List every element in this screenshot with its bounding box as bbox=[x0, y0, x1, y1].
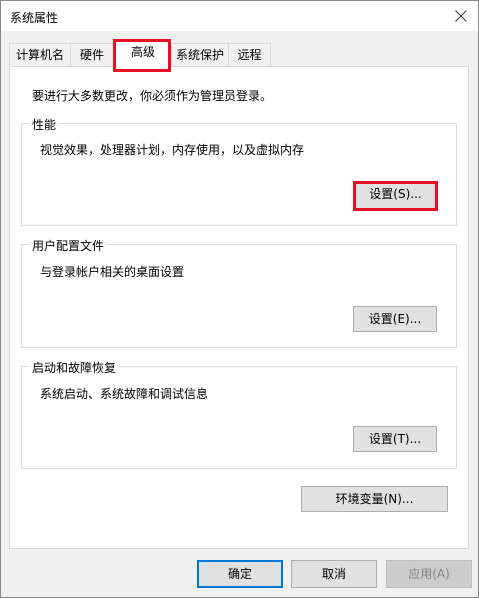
tab-hardware[interactable]: 硬件 bbox=[70, 43, 114, 66]
startup-recovery-group-title: 启动和故障恢复 bbox=[30, 359, 119, 376]
user-profiles-description: 与登录帐户相关的桌面设置 bbox=[40, 265, 185, 279]
startup-recovery-group: 启动和故障恢复 系统启动、系统故障和调试信息 设置(T)... bbox=[21, 359, 457, 469]
title-bar: 系统属性 bbox=[1, 1, 478, 31]
apply-button[interactable]: 应用(A) bbox=[386, 560, 472, 588]
environment-variables-button[interactable]: 环境变量(N)... bbox=[301, 486, 448, 512]
tab-advanced[interactable]: 高级 bbox=[115, 39, 171, 67]
user-profiles-group-title: 用户配置文件 bbox=[30, 237, 107, 254]
performance-description: 视觉效果，处理器计划，内存使用，以及虚拟内存 bbox=[40, 143, 305, 157]
close-button[interactable] bbox=[444, 1, 478, 31]
ok-button[interactable]: 确定 bbox=[197, 560, 283, 588]
user-profiles-settings-button[interactable]: 设置(E)... bbox=[353, 306, 437, 332]
tab-remote[interactable]: 远程 bbox=[228, 43, 271, 66]
window-title: 系统属性 bbox=[10, 11, 59, 25]
cancel-button[interactable]: 取消 bbox=[291, 560, 377, 588]
advanced-tab-panel: 要进行大多数更改，你必须作为管理员登录。 性能 视觉效果，处理器计划，内存使用，… bbox=[9, 66, 469, 549]
performance-settings-button[interactable]: 设置(S)... bbox=[353, 181, 438, 211]
user-profiles-group: 用户配置文件 与登录帐户相关的桌面设置 设置(E)... bbox=[21, 237, 457, 348]
tab-computer-name[interactable]: 计算机名 bbox=[9, 43, 71, 66]
startup-recovery-settings-button[interactable]: 设置(T)... bbox=[353, 426, 437, 452]
admin-notice: 要进行大多数更改，你必须作为管理员登录。 bbox=[32, 89, 273, 103]
performance-group: 性能 视觉效果，处理器计划，内存使用，以及虚拟内存 设置(S)... bbox=[21, 116, 457, 226]
system-properties-window: 系统属性 计算机名 硬件 高级 系统保护 远程 要进行大多数更改，你必须作为管理… bbox=[0, 0, 479, 598]
tab-system-protection[interactable]: 系统保护 bbox=[171, 43, 229, 66]
close-icon bbox=[455, 10, 467, 22]
performance-group-title: 性能 bbox=[30, 116, 59, 133]
startup-recovery-description: 系统启动、系统故障和调试信息 bbox=[40, 387, 209, 401]
